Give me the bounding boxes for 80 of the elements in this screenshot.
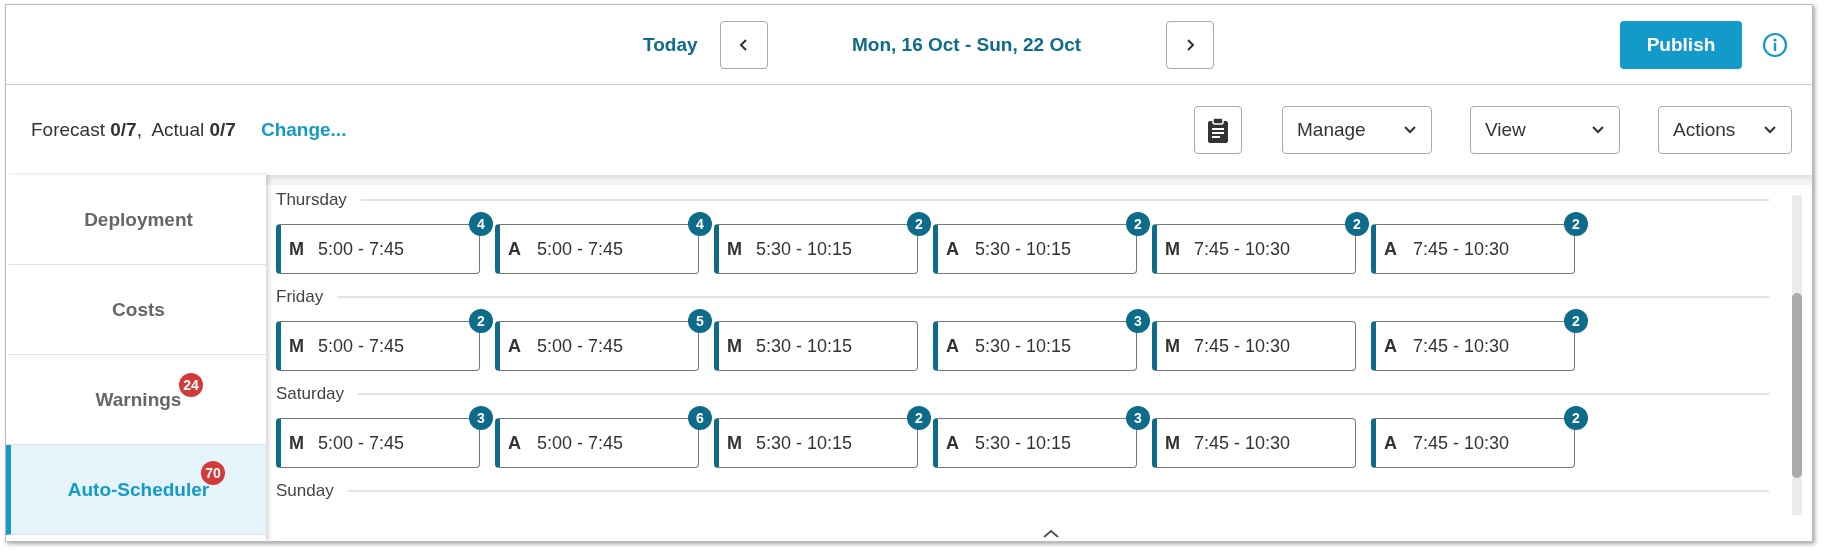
count-badge: 2 [907, 212, 931, 236]
shift-time: 5:30 - 10:15 [756, 335, 853, 357]
count-badge: 2 [907, 406, 931, 430]
shift-time: 5:30 - 10:15 [756, 432, 853, 454]
count-badge: 2 [1564, 309, 1588, 333]
caret-icon [1591, 125, 1605, 135]
shift-code: M [289, 335, 305, 357]
chevron-left-icon [737, 37, 750, 52]
shift-time: 7:45 - 10:30 [1413, 432, 1510, 454]
forecast-summary: Forecast 0/7, Actual 0/7 [31, 119, 236, 141]
sidebar-tab[interactable]: Auto-Scheduler 70 [6, 445, 266, 535]
count-badge: 2 [1345, 212, 1369, 236]
day-heading: Thursday [276, 190, 347, 210]
dropdown-menu[interactable]: Manage [1282, 106, 1432, 154]
sidebar-tab[interactable]: Deployment [6, 175, 266, 265]
count-badge: 4 [688, 212, 712, 236]
dropdown-menu[interactable]: View [1470, 106, 1620, 154]
shift-time: 7:45 - 10:30 [1194, 238, 1291, 260]
date-range: Mon, 16 Oct - Sun, 22 Oct [851, 33, 1083, 56]
scrollbar[interactable] [1792, 195, 1802, 515]
shift-time: 5:00 - 7:45 [537, 432, 624, 454]
day-heading: Sunday [276, 481, 334, 501]
count-badge: 2 [469, 309, 493, 333]
shift-time: 7:45 - 10:30 [1194, 432, 1291, 454]
clipboard-icon [1207, 117, 1229, 143]
shift-code: M [727, 432, 743, 454]
shift-code: A [508, 432, 522, 454]
count-badge: 24 [179, 373, 203, 397]
count-badge: 6 [688, 406, 712, 430]
shift-code: A [946, 238, 960, 260]
shift-code: M [1165, 335, 1181, 357]
shift-code: M [289, 432, 305, 454]
count-badge: 3 [1126, 309, 1150, 333]
shift-code: M [727, 335, 743, 357]
count-badge: 2 [1564, 406, 1588, 430]
clipboard-button[interactable] [1194, 106, 1242, 154]
day-heading: Saturday [276, 384, 345, 404]
shift-time: 7:45 - 10:30 [1413, 238, 1510, 260]
shift-card[interactable]: M 5:30 - 10:15 [714, 321, 918, 371]
shift-code: M [1165, 238, 1181, 260]
shift-time: 5:00 - 7:45 [318, 238, 405, 260]
count-badge: 2 [1126, 212, 1150, 236]
shift-code: A [508, 335, 522, 357]
shift-code: A [508, 238, 522, 260]
count-badge: 3 [469, 406, 493, 430]
shift-time: 5:00 - 7:45 [318, 432, 405, 454]
count-badge: 3 [1126, 406, 1150, 430]
count-badge: 5 [688, 309, 712, 333]
shift-card[interactable]: M 7:45 - 10:30 [1152, 418, 1356, 468]
shift-time: 5:30 - 10:15 [975, 238, 1072, 260]
shift-code: M [727, 238, 743, 260]
info-icon[interactable] [1762, 31, 1788, 58]
day-heading: Friday [276, 287, 324, 307]
shift-time: 5:00 - 7:45 [318, 335, 405, 357]
shift-time: 5:00 - 7:45 [537, 335, 624, 357]
shift-time: 5:00 - 7:45 [537, 238, 624, 260]
shift-time: 7:45 - 10:30 [1194, 335, 1291, 357]
shift-code: A [1384, 335, 1398, 357]
shift-code: M [289, 238, 305, 260]
sidebar-tab[interactable]: Costs [6, 265, 266, 355]
caret-icon [1763, 125, 1777, 135]
count-badge: 70 [201, 461, 225, 485]
shift-code: A [946, 432, 960, 454]
shift-code: A [946, 335, 960, 357]
count-badge: 4 [469, 212, 493, 236]
shift-time: 5:30 - 10:15 [756, 238, 853, 260]
shift-time: 7:45 - 10:30 [1413, 335, 1510, 357]
sidebar-tab[interactable]: Warnings 24 [6, 355, 266, 445]
today-button[interactable]: Today [641, 29, 700, 60]
shift-card[interactable]: M 7:45 - 10:30 [1152, 321, 1356, 371]
shift-code: A [1384, 432, 1398, 454]
caret-icon [1403, 125, 1417, 135]
next-week-button[interactable] [1165, 20, 1214, 69]
count-badge: 2 [1564, 212, 1588, 236]
dropdown-menu[interactable]: Actions [1658, 106, 1792, 154]
shift-code: A [1384, 238, 1398, 260]
previous-week-button[interactable] [719, 20, 768, 69]
shift-time: 5:30 - 10:15 [975, 432, 1072, 454]
shift-code: M [1165, 432, 1181, 454]
shift-time: 5:30 - 10:15 [975, 335, 1072, 357]
